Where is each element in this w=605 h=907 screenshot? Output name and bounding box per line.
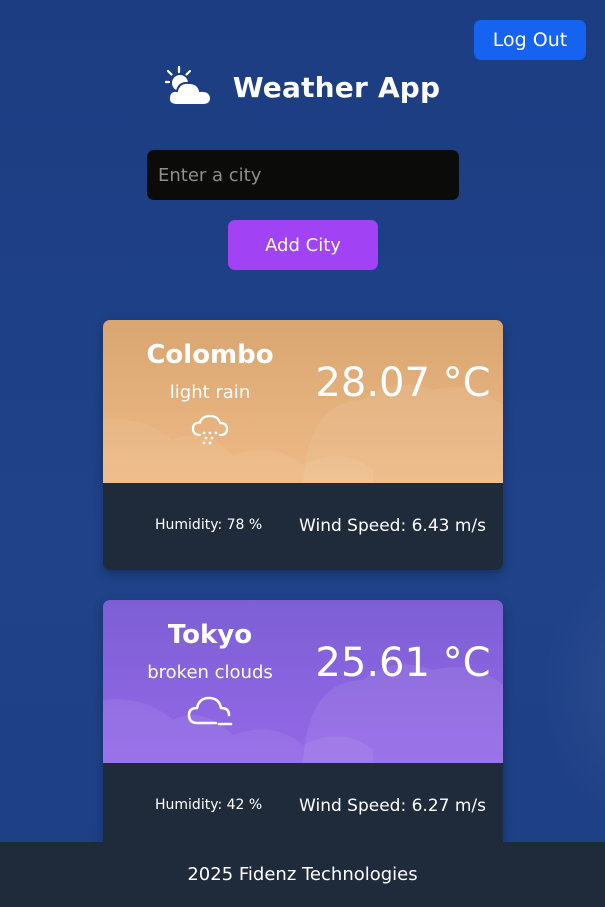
footer-text: 2025 Fidenz Technologies [187,864,418,885]
app-title: Weather App [232,70,441,104]
weather-description: broken clouds [147,662,273,683]
weather-description: light rain [169,382,251,403]
temperature: 25.61 °C [315,640,491,686]
logout-button[interactable]: Log Out [474,20,586,60]
wind-speed: Wind Speed: 6.27 m/s [299,796,486,816]
card-details: Humidity: 78 % Wind Speed: 6.43 m/s [103,483,503,570]
add-city-button[interactable]: Add City [228,220,378,270]
city-name: Tokyo [167,620,253,650]
cloud-icon [187,696,233,726]
card-details: Humidity: 42 % Wind Speed: 6.27 m/s [103,763,503,850]
humidity: Humidity: 78 % [155,517,263,533]
weather-card-colombo: Colombo light rain 28.07 °C Humidity: 78… [103,320,503,570]
card-top: Colombo light rain 28.07 °C [103,320,503,483]
temperature: 28.07 °C [315,360,491,406]
app-header: Weather App [0,64,605,110]
footer: 2025 Fidenz Technologies [0,842,605,907]
wind-speed: Wind Speed: 6.43 m/s [299,516,486,536]
city-search-input[interactable] [147,150,459,200]
cloud-rain-icon [191,414,229,445]
city-name: Colombo [146,340,274,370]
sun-cloud-icon [164,65,212,106]
card-top: Tokyo broken clouds 25.61 °C [103,600,503,763]
weather-card-tokyo: Tokyo broken clouds 25.61 °C Humidity: 4… [103,600,503,850]
humidity: Humidity: 42 % [155,797,263,813]
